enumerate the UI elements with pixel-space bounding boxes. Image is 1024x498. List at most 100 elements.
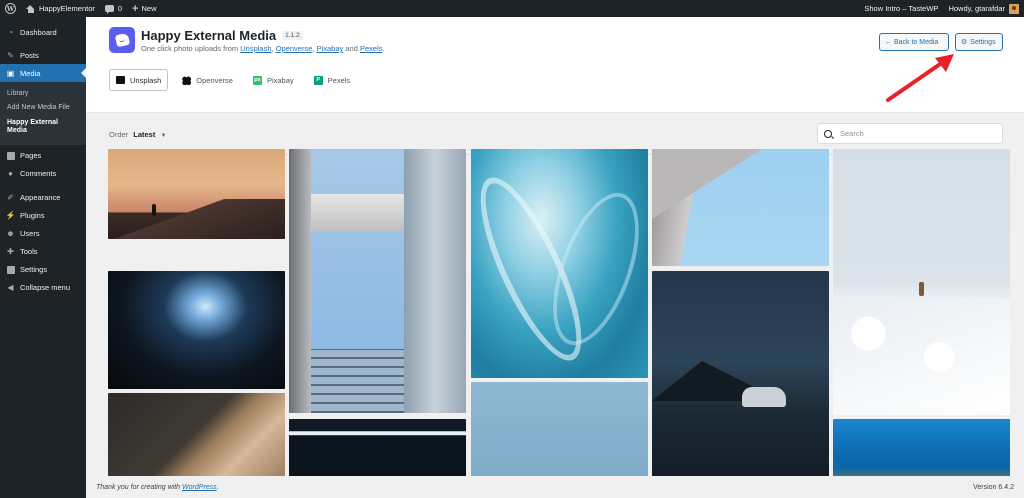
sidebar-item-label: Comments xyxy=(20,169,57,179)
photo-tile-car-mountain[interactable] xyxy=(652,271,829,498)
subtitle-separator: , xyxy=(271,44,274,53)
footer-thanks: Thank you for creating with WordPress. xyxy=(96,484,219,491)
sidebar-item-label: Appearance xyxy=(20,193,61,203)
sidebar-item-appearance[interactable]: ✐ Appearance xyxy=(0,189,86,207)
order-label: Order xyxy=(109,130,129,139)
comments-icon: ● xyxy=(8,169,13,179)
tab-pexels[interactable]: P Pexels xyxy=(308,69,357,91)
wp-logo-menu[interactable]: W xyxy=(0,0,21,17)
tab-label: Openverse xyxy=(196,75,233,85)
account-menu[interactable]: Howdy, gtarafdar xyxy=(943,0,1024,17)
version-badge: 1.1.2 xyxy=(282,31,303,40)
comment-bubble-icon xyxy=(104,5,114,14)
subtitle-and: and xyxy=(345,44,358,53)
comments-link[interactable]: 0 xyxy=(100,0,127,17)
link-pixabay[interactable]: Pixabay xyxy=(317,44,344,53)
back-button-label: ← Back to Media xyxy=(885,38,939,46)
dashboard-icon: ◔ xyxy=(8,27,13,37)
sidebar-item-label: Dashboard xyxy=(20,27,57,37)
sidebar-item-pages[interactable]: Pages xyxy=(0,147,86,165)
sidebar-collapse-menu[interactable]: ◀ Collapse menu xyxy=(0,279,86,297)
order-select[interactable]: Order Latest ▼ xyxy=(109,130,166,139)
media-icon: ▣ xyxy=(6,68,15,78)
photo-tile-cave-light[interactable] xyxy=(108,271,285,389)
gear-icon: ⚙ xyxy=(961,39,968,46)
admin-footer: Thank you for creating with WordPress. V… xyxy=(86,476,1024,498)
main-content: Happy External Media 1.1.2 One click pho… xyxy=(86,17,1024,498)
home-icon xyxy=(26,4,35,13)
howdy-label: Howdy, gtarafdar xyxy=(948,4,1005,13)
submenu-add-new-media-file[interactable]: Add New Media File xyxy=(0,101,86,115)
new-content-link[interactable]: + New xyxy=(127,0,161,17)
sidebar-item-label: Pages xyxy=(20,151,42,161)
pages-icon xyxy=(6,151,15,160)
order-value: Latest xyxy=(133,130,156,139)
tab-pixabay[interactable]: px Pixabay xyxy=(247,69,300,91)
sidebar-item-tools[interactable]: ✚ Tools xyxy=(0,243,86,261)
brush-icon: ✐ xyxy=(7,193,14,203)
sidebar-item-label: Users xyxy=(20,229,40,239)
settings-icon xyxy=(6,265,15,274)
source-tabs: Unsplash Openverse px Pixabay P Pexels xyxy=(109,69,364,91)
page-title: Happy External Media 1.1.2 xyxy=(141,28,303,43)
wrench-icon: ✚ xyxy=(7,247,14,257)
sidebar-item-settings[interactable]: Settings xyxy=(0,261,86,279)
sidebar-item-label: Media xyxy=(20,68,41,78)
footer-thanks-suffix: . xyxy=(216,483,219,491)
photo-tile-buildings-sky[interactable] xyxy=(289,149,466,413)
sidebar-item-comments[interactable]: ● Comments xyxy=(0,165,86,183)
submenu-happy-external-media[interactable]: Happy External Media xyxy=(0,116,64,139)
show-intro-label: Show Intro – TasteWP xyxy=(864,4,939,13)
sidebar-item-plugins[interactable]: ⚡ Plugins xyxy=(0,207,86,225)
tab-openverse[interactable]: Openverse xyxy=(176,69,239,91)
submenu-library[interactable]: Library xyxy=(0,87,86,101)
footer-version: Version 6.4.2 xyxy=(973,483,1014,491)
wordpress-logo-icon: W xyxy=(5,3,16,14)
sidebar-item-label: Settings xyxy=(20,265,48,275)
tab-unsplash[interactable]: Unsplash xyxy=(109,69,169,91)
photo-tile-snow-pier[interactable] xyxy=(833,149,1010,415)
show-intro-link[interactable]: Show Intro – TasteWP xyxy=(859,0,943,17)
photo-tile-hiker-sunset[interactable] xyxy=(108,149,285,239)
plus-icon: + xyxy=(132,2,139,15)
link-unsplash[interactable]: Unsplash xyxy=(240,44,271,53)
comments-count: 0 xyxy=(117,4,123,13)
users-icon: ☻ xyxy=(6,229,15,239)
tab-label: Pexels xyxy=(327,75,351,85)
photo-tile-aerial-water[interactable] xyxy=(471,149,648,378)
pixabay-icon: px xyxy=(252,75,262,85)
link-pexels[interactable]: Pexels xyxy=(360,44,383,53)
sidebar-item-label: Collapse menu xyxy=(20,283,71,293)
sidebar-item-media[interactable]: ▣ Media xyxy=(0,64,86,82)
settings-button[interactable]: ⚙ Settings xyxy=(955,33,1003,51)
search-box xyxy=(817,123,1003,144)
admin-sidebar: ◔ Dashboard ✎ Posts ▣ Media Library Add … xyxy=(0,17,86,498)
sidebar-item-label: Posts xyxy=(20,50,39,60)
search-icon xyxy=(824,129,832,138)
footer-thanks-prefix: Thank you for creating with xyxy=(96,483,181,491)
photo-tile-roof-sky[interactable] xyxy=(652,149,829,266)
site-name-link[interactable]: HappyElementor xyxy=(21,0,100,17)
link-openverse[interactable]: Openverse xyxy=(276,44,313,53)
tab-label: Unsplash xyxy=(130,75,162,85)
tab-label: Pixabay xyxy=(266,75,294,85)
page-title-text: Happy External Media xyxy=(141,28,277,43)
pexels-icon: P xyxy=(313,75,323,85)
plugin-header: Happy External Media 1.1.2 One click pho… xyxy=(86,17,1024,113)
site-name: HappyElementor xyxy=(39,4,95,13)
page-subtitle: One click photo uploads from Unsplash, O… xyxy=(141,44,385,53)
wordpress-link[interactable]: WordPress xyxy=(182,484,217,491)
unsplash-icon xyxy=(116,76,125,84)
admin-bar: W HappyElementor 0 + New Show Intro – Ta… xyxy=(0,0,1024,17)
sidebar-item-posts[interactable]: ✎ Posts xyxy=(0,46,86,64)
happy-logo-icon xyxy=(109,27,135,53)
plugin-icon: ⚡ xyxy=(5,211,16,221)
openverse-icon xyxy=(182,75,192,85)
sidebar-item-label: Tools xyxy=(20,247,38,257)
subtitle-prefix: One click photo uploads from xyxy=(141,44,239,53)
sidebar-item-dashboard[interactable]: ◔ Dashboard xyxy=(0,23,86,41)
search-input[interactable] xyxy=(840,129,990,138)
back-to-media-button[interactable]: ← Back to Media xyxy=(879,33,949,51)
sidebar-item-users[interactable]: ☻ Users xyxy=(0,225,86,243)
sidebar-item-label: Plugins xyxy=(20,211,45,221)
